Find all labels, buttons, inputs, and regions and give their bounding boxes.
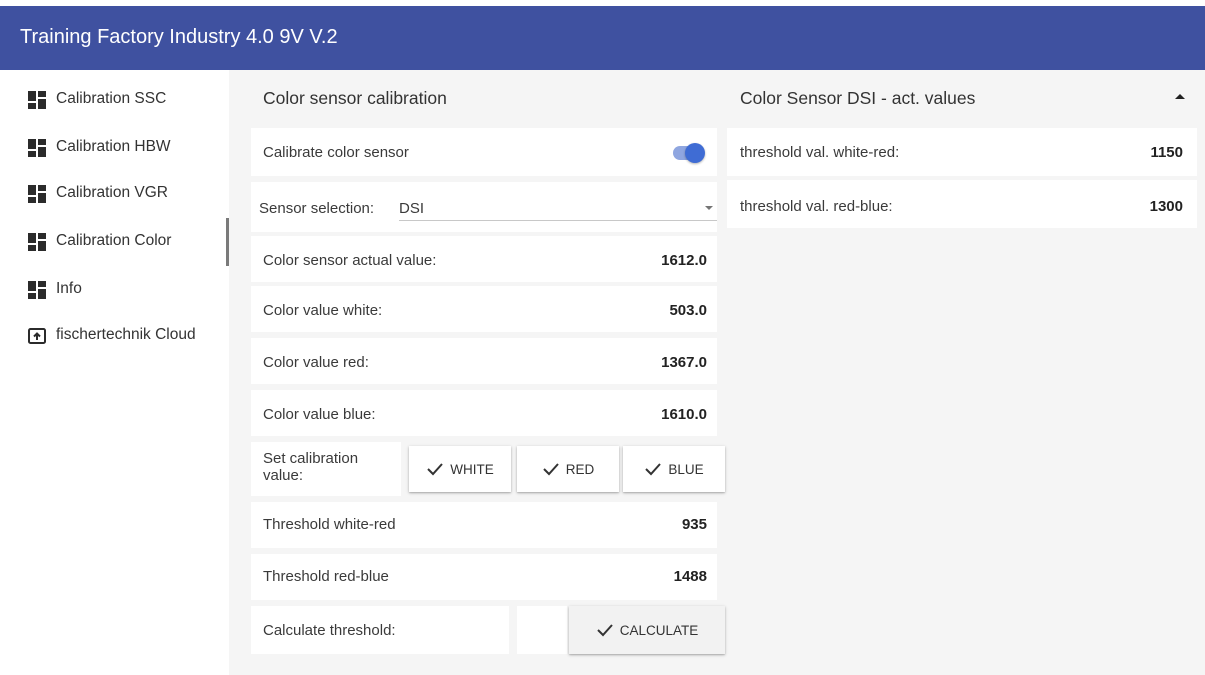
sidebar-item-calibration-hbw[interactable]: Calibration HBW bbox=[0, 124, 226, 170]
chevron-down-icon bbox=[705, 206, 713, 210]
check-icon bbox=[543, 463, 559, 476]
calculate-label-cell: Calculate threshold: bbox=[251, 606, 509, 654]
dsi-red-blue-value: 1300 bbox=[1149, 198, 1183, 215]
calculate-label: Calculate threshold: bbox=[263, 622, 396, 639]
main-content: Color sensor calibration Calibrate color… bbox=[229, 70, 1205, 675]
calibrate-toggle[interactable] bbox=[671, 142, 711, 164]
sidebar: Calibration SSC Calibration HBW Calibrat… bbox=[0, 70, 229, 675]
actual-value-label: Color sensor actual value: bbox=[263, 252, 437, 269]
dsi-white-red-value: 1150 bbox=[1150, 144, 1183, 161]
calculate-button-label: CALCULATE bbox=[619, 622, 699, 638]
set-calibration-label-cell: Set calibration value: bbox=[251, 442, 401, 496]
red-button-label: RED bbox=[565, 461, 595, 477]
cloud-upload-icon bbox=[28, 328, 46, 344]
sidebar-item-calibration-vgr[interactable]: Calibration VGR bbox=[0, 170, 226, 216]
dashboard-icon bbox=[28, 233, 46, 251]
blue-value-label: Color value blue: bbox=[263, 406, 376, 423]
blue-button[interactable]: BLUE bbox=[623, 446, 725, 492]
sidebar-item-label: Calibration VGR bbox=[56, 184, 168, 201]
threshold-red-blue-label: Threshold red-blue bbox=[263, 568, 389, 585]
threshold-white-red-label: Threshold white-red bbox=[263, 516, 396, 533]
dashboard-icon bbox=[28, 281, 46, 299]
app-header: Training Factory Industry 4.0 9V V.2 bbox=[0, 6, 1205, 70]
sidebar-item-fischertechnik-cloud[interactable]: fischertechnik Cloud bbox=[0, 312, 226, 358]
sidebar-item-calibration-ssc[interactable]: Calibration SSC bbox=[0, 76, 226, 122]
dashboard-icon bbox=[28, 185, 46, 203]
check-icon bbox=[427, 463, 443, 476]
sensor-selection-row: Sensor selection: DSI bbox=[251, 182, 717, 232]
blue-button-label: BLUE bbox=[668, 461, 704, 477]
sidebar-item-label: Calibration HBW bbox=[56, 138, 171, 155]
threshold-red-blue-value: 1488 bbox=[673, 568, 707, 585]
sidebar-item-label: Calibration Color bbox=[56, 232, 172, 249]
sensor-selection-value: DSI bbox=[399, 200, 425, 217]
select-underline bbox=[399, 220, 717, 221]
red-value: 1367.0 bbox=[661, 354, 707, 371]
white-button[interactable]: WHITE bbox=[409, 446, 511, 492]
sensor-selection-label: Sensor selection: bbox=[259, 200, 375, 217]
sensor-selection-select[interactable]: DSI bbox=[399, 190, 717, 222]
sidebar-item-info[interactable]: Info bbox=[0, 266, 226, 312]
toggle-thumb bbox=[685, 143, 705, 163]
dashboard-icon bbox=[28, 91, 46, 109]
blue-value-row: Color value blue: 1610.0 bbox=[251, 390, 717, 436]
dsi-row-red-blue: threshold val. red-blue: 1300 bbox=[727, 180, 1197, 228]
calibrate-row: Calibrate color sensor bbox=[251, 128, 717, 176]
white-button-label: WHITE bbox=[450, 461, 494, 477]
calibration-title: Color sensor calibration bbox=[263, 88, 447, 108]
sidebar-item-label: Info bbox=[56, 280, 82, 297]
dsi-red-blue-label: threshold val. red-blue: bbox=[740, 198, 893, 215]
calibrate-label: Calibrate color sensor bbox=[263, 144, 409, 161]
red-value-row: Color value red: 1367.0 bbox=[251, 338, 717, 384]
dsi-row-white-red: threshold val. white-red: 1150 bbox=[727, 128, 1197, 176]
actual-value: 1612.0 bbox=[661, 252, 707, 269]
dsi-panel-title: Color Sensor DSI - act. values bbox=[740, 88, 976, 108]
white-value-label: Color value white: bbox=[263, 302, 383, 319]
chevron-up-icon[interactable] bbox=[1175, 94, 1185, 99]
check-icon bbox=[597, 624, 613, 637]
sidebar-item-calibration-color[interactable]: Calibration Color bbox=[0, 218, 226, 264]
set-calibration-row: Set calibration value: WHITE RED BLUE bbox=[251, 442, 725, 496]
app-title: Training Factory Industry 4.0 9V V.2 bbox=[20, 26, 338, 48]
sidebar-item-label: Calibration SSC bbox=[56, 90, 167, 107]
calculate-spacer bbox=[517, 606, 567, 654]
threshold-white-red-value: 935 bbox=[681, 516, 707, 533]
calculate-button[interactable]: CALCULATE bbox=[569, 606, 725, 654]
white-value: 503.0 bbox=[669, 302, 707, 319]
blue-value: 1610.0 bbox=[661, 406, 707, 423]
dsi-white-red-label: threshold val. white-red: bbox=[740, 144, 900, 161]
dashboard-icon bbox=[28, 139, 46, 157]
actual-value-row: Color sensor actual value: 1612.0 bbox=[251, 236, 717, 282]
sidebar-item-label: fischertechnik Cloud bbox=[56, 326, 196, 343]
threshold-red-blue-row: Threshold red-blue 1488 bbox=[251, 554, 717, 600]
white-value-row: Color value white: 503.0 bbox=[251, 286, 717, 332]
threshold-white-red-row: Threshold white-red 935 bbox=[251, 502, 717, 548]
check-icon bbox=[645, 463, 662, 476]
red-value-label: Color value red: bbox=[263, 354, 369, 371]
red-button[interactable]: RED bbox=[517, 446, 619, 492]
set-calibration-label: Set calibration value: bbox=[263, 450, 359, 484]
calculate-row: Calculate threshold: CALCULATE bbox=[251, 606, 725, 654]
